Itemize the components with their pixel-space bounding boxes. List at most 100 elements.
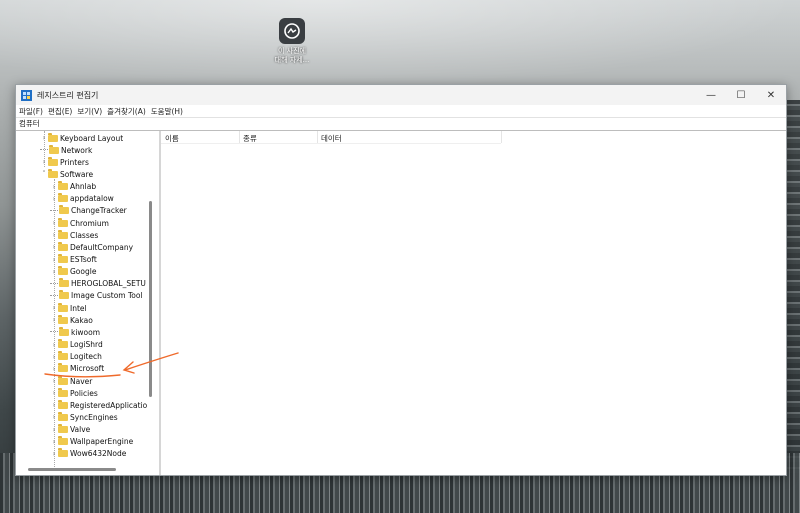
chevron-right-icon[interactable]: › [50, 316, 58, 324]
chevron-right-icon[interactable]: › [50, 377, 58, 385]
header-separator [161, 143, 501, 144]
tree-connector [40, 149, 48, 151]
menu-edit[interactable]: 편집(E) [48, 106, 72, 117]
tree-item-label: WallpaperEngine [70, 437, 134, 447]
registry-editor-icon [21, 89, 32, 101]
tree-item-google[interactable]: › Google [50, 266, 96, 278]
menu-file[interactable]: 파일(F) [19, 106, 43, 117]
tree-item-label: LogiShrd [70, 340, 103, 350]
folder-icon [48, 168, 58, 178]
folder-icon [58, 399, 68, 409]
tree-item-chromium[interactable]: › Chromium [50, 217, 109, 229]
tree-item-label: Wow6432Node [70, 449, 127, 459]
tree-item-logishrd[interactable]: › LogiShrd [50, 339, 103, 351]
folder-icon [58, 217, 68, 227]
chevron-right-icon[interactable]: › [50, 195, 58, 203]
tree-item-keyboard-layout[interactable]: › Keyboard Layout [40, 132, 123, 144]
folder-icon [58, 254, 68, 263]
menu-favorites[interactable]: 즐겨찾기(A) [107, 106, 146, 117]
tree-item-label: Chromium [70, 218, 109, 228]
desktop-icon-label-line2: 대해 자세... [274, 56, 310, 64]
chevron-right-icon[interactable]: › [50, 304, 58, 312]
chevron-right-icon[interactable]: › [50, 256, 58, 264]
tree-item-valve[interactable]: › Valve [50, 424, 90, 436]
tree-vertical-scrollbar[interactable] [149, 201, 152, 397]
tree-item-appdatalow[interactable]: › appdatalow [50, 193, 114, 205]
tree-item-ahnlab[interactable]: › Ahnlab [50, 181, 96, 193]
address-bar[interactable]: 컴퓨터 [16, 117, 786, 131]
folder-icon [48, 156, 58, 166]
chevron-right-icon[interactable]: › [50, 389, 58, 397]
folder-icon [58, 363, 68, 373]
chevron-right-icon[interactable]: › [50, 219, 58, 227]
tree-item-logitech[interactable]: › Logitech [50, 351, 102, 363]
tree-item-intel[interactable]: › Intel [50, 302, 87, 314]
tree-item-image-custom-tool[interactable]: Image Custom Tool [50, 290, 143, 302]
tree-item-wow6432node[interactable]: › Wow6432Node [50, 448, 126, 460]
column-divider[interactable] [317, 131, 318, 143]
chevron-right-icon[interactable]: › [50, 243, 58, 251]
folder-icon [58, 424, 68, 434]
folder-icon [58, 339, 68, 349]
desktop-icon-label: 이 사진에 대해 자세... [266, 47, 318, 65]
chevron-right-icon[interactable]: › [50, 353, 58, 361]
tree-connector [50, 282, 58, 285]
chevron-right-icon[interactable]: › [50, 183, 58, 191]
column-divider[interactable] [501, 131, 502, 143]
folder-icon [58, 314, 68, 324]
tree-item-kiwoom[interactable]: kiwoom [50, 326, 100, 338]
tree-item-registeredapplicatio[interactable]: › RegisteredApplicatio [50, 399, 147, 411]
folder-icon [49, 144, 59, 154]
tree-item-heroglobal-setu[interactable]: HEROGLOBAL_SETU [50, 278, 146, 290]
chevron-right-icon[interactable]: › [50, 438, 58, 446]
title-bar[interactable]: 레지스트리 편집기 — ☐ ✕ [16, 85, 786, 105]
tree-item-label: ESTsoft [70, 255, 97, 264]
tree-item-label: Naver [70, 376, 93, 386]
chevron-down-icon[interactable]: ˅ [40, 170, 48, 178]
tree-item-defaultcompany[interactable]: › DefaultCompany [50, 241, 133, 253]
tree-item-changetracker[interactable]: ChangeTracker [50, 205, 127, 217]
tree-item-naver[interactable]: › Naver [50, 375, 92, 387]
chevron-right-icon[interactable]: › [50, 365, 58, 373]
tree-item-network[interactable]: Network [40, 144, 92, 156]
wallpaper-sky [0, 0, 800, 90]
chevron-right-icon[interactable]: › [50, 341, 58, 349]
tree-item-wallpaperengine[interactable]: › WallpaperEngine [50, 436, 133, 448]
tree-item-label: Network [61, 145, 93, 155]
tree-item-policies[interactable]: › Policies [50, 387, 98, 399]
tree-item-kakao[interactable]: › Kakao [50, 314, 93, 326]
tree-item-label: ChangeTracker [71, 206, 127, 216]
folder-icon [58, 241, 68, 251]
chevron-right-icon[interactable]: › [50, 268, 58, 276]
folder-icon [58, 411, 68, 421]
tree-item-printers[interactable]: › Printers [40, 156, 89, 168]
menu-view[interactable]: 보기(V) [77, 106, 102, 117]
folder-icon [58, 387, 68, 397]
tree-item-label: appdatalow [70, 194, 114, 204]
column-divider[interactable] [239, 131, 240, 143]
tree-item-microsoft[interactable]: › Microsoft [50, 363, 104, 375]
chevron-right-icon[interactable]: › [50, 426, 58, 434]
chevron-right-icon[interactable]: › [40, 134, 48, 142]
minimize-button[interactable]: — [696, 85, 726, 105]
registry-editor-window: 레지스트리 편집기 — ☐ ✕ 파일(F) 편집(E) 보기(V) 즐겨찾기(A… [15, 84, 787, 476]
tree-item-estsoft[interactable]: › ESTsoft [50, 254, 97, 266]
tree-item-classes[interactable]: › Classes [50, 229, 98, 241]
chevron-right-icon[interactable]: › [50, 401, 58, 409]
menu-help[interactable]: 도움말(H) [151, 106, 183, 117]
tree-item-label: Software [60, 169, 94, 179]
chevron-right-icon[interactable]: › [40, 158, 48, 166]
tree-item-software[interactable]: ˅ Software [40, 168, 93, 180]
folder-icon [48, 132, 58, 142]
folder-icon [59, 326, 69, 336]
tree-item-label: Microsoft [70, 364, 105, 374]
maximize-button[interactable]: ☐ [726, 85, 756, 105]
tree-item-label: DefaultCompany [70, 242, 134, 252]
desktop-icon-image-search[interactable]: 이 사진에 대해 자세... [266, 18, 318, 65]
chevron-right-icon[interactable]: › [50, 450, 58, 458]
chevron-right-icon[interactable]: › [50, 231, 58, 239]
chevron-right-icon[interactable]: › [50, 413, 58, 421]
tree-item-syncengines[interactable]: › SyncEngines [50, 411, 118, 423]
close-button[interactable]: ✕ [756, 85, 786, 105]
tree-horizontal-scrollbar[interactable] [28, 468, 116, 471]
